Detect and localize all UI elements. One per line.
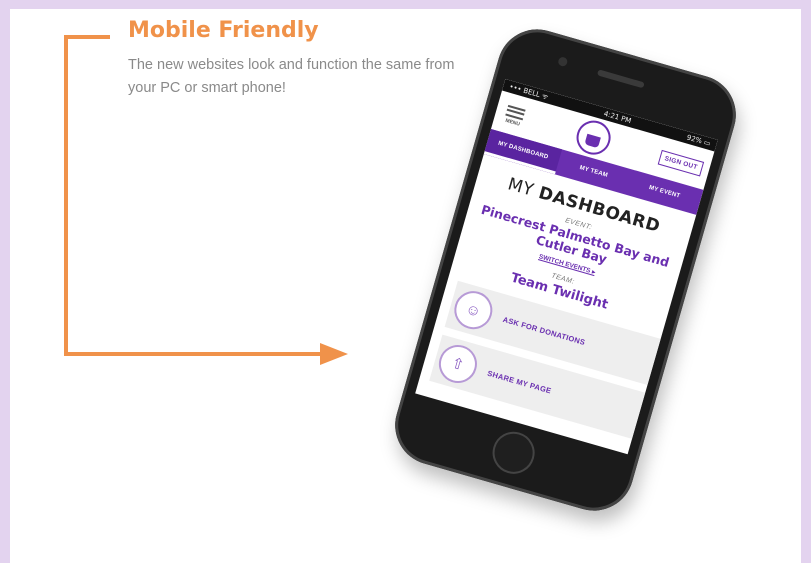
- home-button[interactable]: [487, 426, 540, 479]
- description: The new websites look and function the s…: [128, 57, 455, 96]
- share-icon: ⇧: [434, 340, 482, 388]
- promo-card: Mobile Friendly The new websites look an…: [10, 9, 801, 563]
- action-label: ASK FOR DONATIONS: [501, 314, 587, 347]
- menu-button[interactable]: MENU: [500, 101, 529, 129]
- logo-icon: [572, 116, 615, 159]
- person-plus-icon: ☺: [449, 286, 497, 334]
- action-label: SHARE MY PAGE: [486, 368, 553, 396]
- speaker-icon: [596, 69, 645, 89]
- headline: Mobile Friendly: [128, 18, 319, 43]
- camera-icon: [557, 56, 569, 68]
- phone-screen: ••• BELL ᯤ 4:21 PM 92% ▭ MENU SIGN OUT M…: [415, 79, 718, 455]
- sign-out-button[interactable]: SIGN OUT: [657, 149, 705, 176]
